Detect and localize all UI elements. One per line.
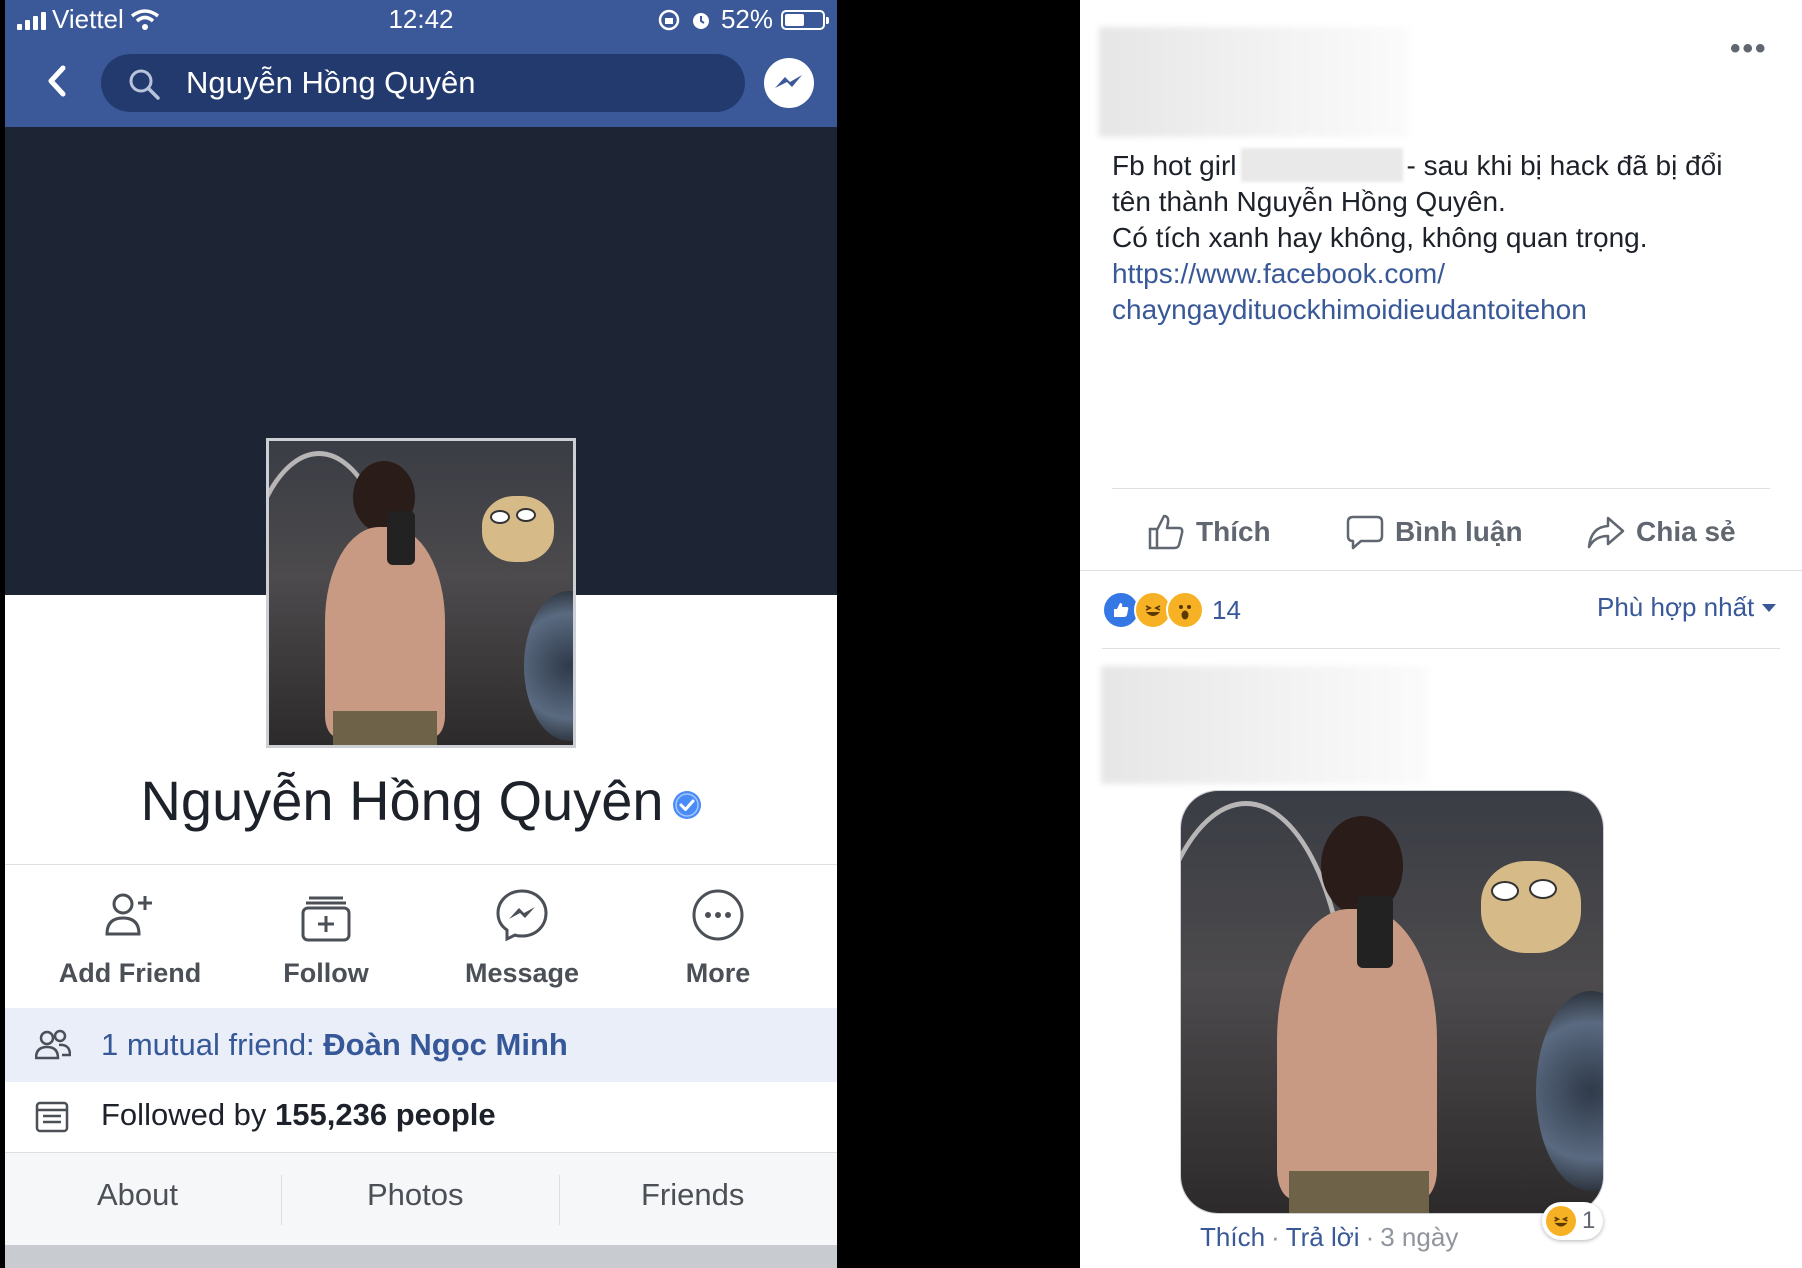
comment-reaction-badge[interactable]: 1 (1542, 1202, 1604, 1240)
post-link[interactable]: https://www.facebook.com/chayngaydituock… (1112, 258, 1587, 325)
like-button[interactable]: Thích (1146, 512, 1271, 552)
caret-down-icon (1762, 604, 1777, 612)
post-options-icon[interactable]: ••• (1730, 32, 1768, 66)
post-text-line2: tên thành Nguyễn Hồng Quyên. (1112, 186, 1506, 217)
profile-photo-image (269, 441, 573, 745)
share-icon (1587, 516, 1625, 549)
comment-label: Bình luận (1395, 516, 1523, 547)
tab-friends[interactable]: Friends (641, 1177, 744, 1213)
verified-badge-icon (672, 791, 701, 820)
comment-actions: Thích · Trả lời · 3 ngày (1200, 1222, 1458, 1253)
post-text: Fb hot girl - sau khi bị hack đã bị đổi t… (1112, 148, 1772, 328)
mutual-friends-row[interactable]: 1 mutual friend: Đoàn Ngọc Minh (5, 1008, 837, 1082)
battery-icon (781, 9, 829, 30)
search-input[interactable]: Nguyễn Hồng Quyên (101, 54, 745, 112)
facebook-post: ••• Fb hot girl - sau khi bị hack đã bị đ… (1080, 0, 1802, 1268)
feed-icon (35, 1101, 69, 1133)
post-actions: Thích Bình luận Chia sẻ (1080, 490, 1802, 570)
sticker-face (482, 496, 554, 562)
rotation-lock-icon (658, 9, 680, 30)
mutual-prefix: 1 mutual friend: (101, 1027, 324, 1062)
reaction-count: 14 (1212, 594, 1241, 625)
share-label: Chia sẻ (1636, 516, 1736, 547)
post-text-start: Fb hot girl (1112, 150, 1237, 181)
messenger-icon[interactable] (763, 57, 815, 109)
like-label: Thích (1196, 516, 1271, 547)
profile-name: Nguyễn Hồng Quyên (5, 768, 837, 833)
comment-image[interactable] (1180, 790, 1604, 1214)
comment-photo-image (1181, 791, 1603, 1213)
tab-about[interactable]: About (97, 1177, 178, 1213)
bottom-divider (5, 1245, 837, 1268)
divider (1080, 570, 1802, 571)
profile-tabs: About Photos Friends (5, 1153, 837, 1245)
search-query: Nguyễn Hồng Quyên (186, 65, 476, 100)
friends-icon (35, 1029, 71, 1060)
share-button[interactable]: Chia sẻ (1586, 512, 1736, 552)
divider (5, 864, 837, 865)
comment-icon (1346, 515, 1384, 550)
sort-label: Phù hợp nhất (1597, 592, 1755, 622)
more-label: More (685, 958, 751, 988)
tab-divider (559, 1175, 560, 1225)
mobile-profile-screenshot: Viettel 12:42 52% Nguyễn Hồng Quyên Nguy… (5, 0, 837, 1268)
comment-timestamp: 3 ngày (1380, 1222, 1459, 1252)
redacted-name (1240, 148, 1403, 182)
more-icon (692, 889, 744, 941)
divider (1102, 648, 1780, 649)
separator: · (1271, 1222, 1280, 1252)
battery-fill (785, 13, 804, 26)
message-label: Message (464, 958, 580, 988)
comment-button[interactable]: Bình luận (1345, 512, 1523, 552)
status-bar: Viettel 12:42 52% (5, 0, 837, 38)
wow-reaction-icon (1166, 591, 1204, 629)
separator: · (1365, 1222, 1375, 1252)
tab-photos[interactable]: Photos (367, 1177, 464, 1213)
status-right: 52% (657, 4, 829, 35)
reactions-summary[interactable]: 14 (1102, 590, 1241, 630)
mutual-friend-link[interactable]: Đoàn Ngọc Minh (323, 1027, 568, 1062)
comment-like-link[interactable]: Thích (1200, 1222, 1265, 1252)
navigation-header: Viettel 12:42 52% Nguyễn Hồng Quyên (5, 0, 837, 127)
sticker-face (1481, 861, 1581, 953)
add-friend-button[interactable]: Add Friend (30, 866, 230, 989)
followers-row: Followed by 155,236 people (5, 1082, 837, 1152)
follow-icon (301, 896, 351, 942)
redacted-author-header (1099, 27, 1409, 137)
followers-count: 155,236 people (275, 1097, 496, 1132)
comment-sort-dropdown[interactable]: Phù hợp nhất (1597, 592, 1777, 623)
follow-label: Follow (283, 958, 369, 988)
battery-percent: 52% (720, 4, 773, 34)
redacted-commenter (1101, 666, 1429, 784)
messenger-icon (496, 889, 548, 942)
profile-name-text: Nguyễn Hồng Quyên (140, 769, 664, 832)
follow-button[interactable]: Follow (226, 866, 426, 989)
post-text-line3: Có tích xanh hay không, không quan trọng… (1112, 222, 1648, 253)
divider (1112, 488, 1770, 489)
followed-prefix: Followed by (101, 1097, 276, 1132)
add-friend-label: Add Friend (58, 958, 202, 988)
profile-actions: Add Friend Follow Message More (5, 866, 837, 1006)
haha-reaction-icon (1546, 1206, 1576, 1236)
comment-reaction-count: 1 (1582, 1207, 1596, 1234)
post-text-line1-end: - sau khi bị hack đã bị đổi (1406, 150, 1723, 181)
alarm-icon (692, 12, 709, 29)
thumbs-up-icon (1148, 514, 1184, 550)
more-button[interactable]: More (618, 866, 818, 989)
comment-reply-link[interactable]: Trả lời (1286, 1222, 1360, 1252)
tab-divider (281, 1175, 282, 1225)
profile-picture[interactable] (266, 438, 576, 748)
message-button[interactable]: Message (422, 866, 622, 989)
add-friend-icon (105, 893, 152, 936)
back-arrow-icon[interactable] (35, 58, 81, 104)
search-icon (129, 69, 160, 100)
